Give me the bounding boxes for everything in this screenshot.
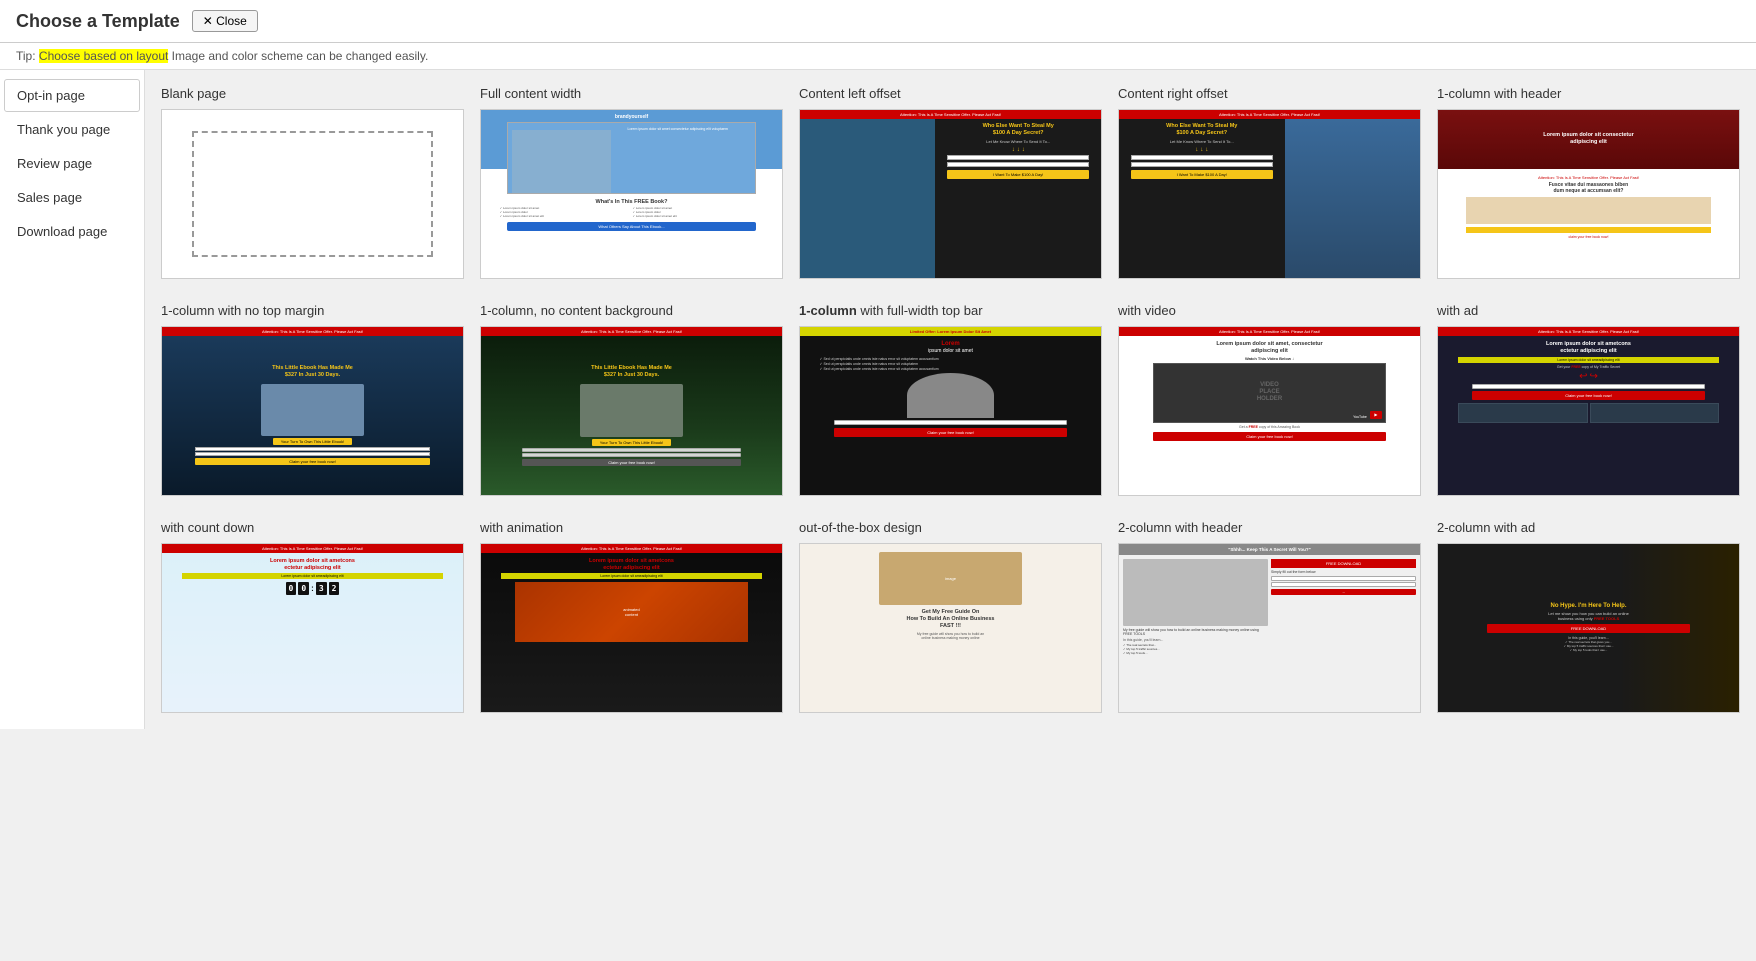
template-blank-title: Blank page: [161, 86, 464, 103]
template-1col-no-bg-thumb[interactable]: Attention: This Is A Time Sensitive Offe…: [480, 326, 783, 496]
template-1col-no-margin-thumb[interactable]: Attention: This Is A Time Sensitive Offe…: [161, 326, 464, 496]
blank-inner: [192, 131, 433, 257]
template-content-right-title: Content right offset: [1118, 86, 1421, 103]
template-1col-fullbar: 1-column with full-width top bar Limited…: [799, 303, 1102, 496]
template-full-content-title: Full content width: [480, 86, 783, 103]
sidebar-item-optin[interactable]: Opt-in page: [4, 79, 140, 112]
template-out-of-box-thumb[interactable]: image Get My Free Guide OnHow To Build A…: [799, 543, 1102, 713]
template-1col-no-bg-title: 1-column, no content background: [480, 303, 783, 320]
template-content-left: Content left offset Attention: This Is A…: [799, 86, 1102, 279]
main-layout: Opt-in page Thank you page Review page S…: [0, 70, 1756, 729]
template-blank-thumb[interactable]: [161, 109, 464, 279]
tip-suffix: Image and color scheme can be changed ea…: [168, 49, 428, 63]
sidebar-item-thankyou[interactable]: Thank you page: [4, 113, 140, 146]
template-blank: Blank page: [161, 86, 464, 279]
tip-prefix: Tip:: [16, 49, 39, 63]
template-content-right: Content right offset Attention: This Is …: [1118, 86, 1421, 279]
template-content-left-thumb[interactable]: Attention: This Is A Time Sensitive Offe…: [799, 109, 1102, 279]
sidebar: Opt-in page Thank you page Review page S…: [0, 70, 145, 729]
template-1col-no-margin: 1-column with no top margin Attention: T…: [161, 303, 464, 496]
template-2col-header-title: 2-column with header: [1118, 520, 1421, 537]
template-with-video: with video Attention: This Is A Time Sen…: [1118, 303, 1421, 496]
sidebar-item-review[interactable]: Review page: [4, 147, 140, 180]
tip-highlight: Choose based on layout: [39, 49, 168, 63]
template-full-content-thumb[interactable]: brandyourself Lorem ipsum dolor sit amet…: [480, 109, 783, 279]
template-with-animation-title: with animation: [480, 520, 783, 537]
template-1col-fullbar-title: 1-column with full-width top bar: [799, 303, 1102, 320]
template-out-of-box: out-of-the-box design image Get My Free …: [799, 520, 1102, 713]
template-2col-header: 2-column with header "Shhh... Keep This …: [1118, 520, 1421, 713]
template-with-ad-thumb[interactable]: Attention: This Is A Time Sensitive Offe…: [1437, 326, 1740, 496]
template-content-left-title: Content left offset: [799, 86, 1102, 103]
template-content-right-thumb[interactable]: Attention: This Is A Time Sensitive Offe…: [1118, 109, 1421, 279]
template-with-animation: with animation Attention: This Is A Time…: [480, 520, 783, 713]
template-1col-header-title: 1-column with header: [1437, 86, 1740, 103]
template-1col-header-thumb[interactable]: Lorem ipsum dolor sit consecteturadipisc…: [1437, 109, 1740, 279]
template-with-animation-thumb[interactable]: Attention: This Is A Time Sensitive Offe…: [480, 543, 783, 713]
template-with-video-thumb[interactable]: Attention: This Is A Time Sensitive Offe…: [1118, 326, 1421, 496]
close-button[interactable]: ✕ Close: [192, 10, 258, 32]
template-1col-no-margin-title: 1-column with no top margin: [161, 303, 464, 320]
template-2col-header-thumb[interactable]: "Shhh... Keep This A Secret Will You?" M…: [1118, 543, 1421, 713]
templates-content: Blank page Full content width brandyours…: [145, 70, 1756, 729]
sidebar-item-sales[interactable]: Sales page: [4, 181, 140, 214]
template-with-video-title: with video: [1118, 303, 1421, 320]
templates-grid: Blank page Full content width brandyours…: [161, 86, 1740, 713]
template-1col-header: 1-column with header Lorem ipsum dolor s…: [1437, 86, 1740, 279]
template-with-countdown: with count down Attention: This Is A Tim…: [161, 520, 464, 713]
template-out-of-box-title: out-of-the-box design: [799, 520, 1102, 537]
template-with-countdown-thumb[interactable]: Attention: This Is A Time Sensitive Offe…: [161, 543, 464, 713]
template-2col-ad-thumb[interactable]: No Hype. I'm Here To Help. Let me show y…: [1437, 543, 1740, 713]
template-full-content: Full content width brandyourself Lorem i…: [480, 86, 783, 279]
template-2col-ad-title: 2-column with ad: [1437, 520, 1740, 537]
template-with-ad: with ad Attention: This Is A Time Sensit…: [1437, 303, 1740, 496]
template-1col-fullbar-thumb[interactable]: Limited Offer: Lorem Ipsum Dolor Sit Ame…: [799, 326, 1102, 496]
template-1col-no-bg: 1-column, no content background Attentio…: [480, 303, 783, 496]
template-2col-ad: 2-column with ad No Hype. I'm Here To He…: [1437, 520, 1740, 713]
template-with-ad-title: with ad: [1437, 303, 1740, 320]
template-with-countdown-title: with count down: [161, 520, 464, 537]
tip-bar: Tip: Choose based on layout Image and co…: [0, 43, 1756, 70]
page-title: Choose a Template: [16, 11, 180, 32]
sidebar-item-download[interactable]: Download page: [4, 215, 140, 248]
page-header: Choose a Template ✕ Close: [0, 0, 1756, 43]
